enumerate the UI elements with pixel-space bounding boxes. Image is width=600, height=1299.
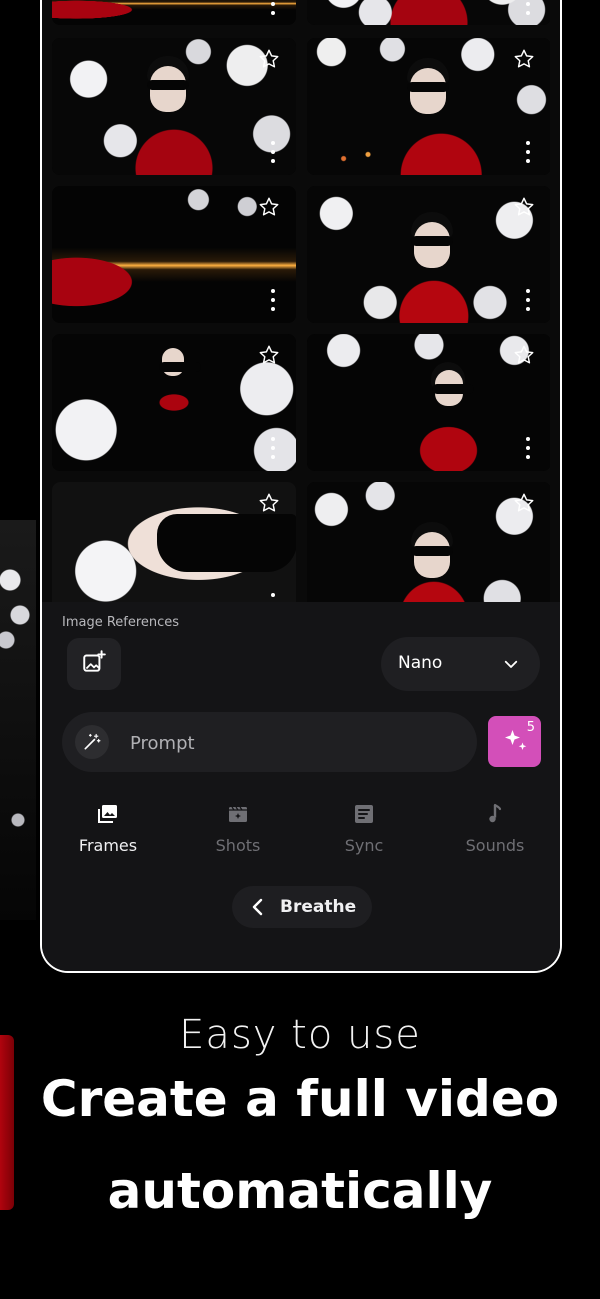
tab-sync-label: Sync <box>344 836 384 855</box>
tab-frames[interactable]: Frames <box>53 802 163 855</box>
favorite-star-icon[interactable] <box>258 492 280 514</box>
frame-thumbnail[interactable] <box>52 186 296 323</box>
more-options-icon[interactable] <box>270 0 276 15</box>
bottom-nav: Frames Shots Sync Sounds <box>42 802 560 872</box>
phone-frame: Image References Nano Prompt 5 Frames Sh… <box>40 0 562 973</box>
back-button-label: Breathe <box>280 897 357 917</box>
frame-thumbnail[interactable] <box>307 186 550 323</box>
more-options-icon[interactable] <box>525 141 531 163</box>
tab-sync[interactable]: Sync <box>309 802 419 855</box>
tab-sounds[interactable]: Sounds <box>440 802 550 855</box>
image-gallery-icon <box>96 802 120 826</box>
favorite-star-icon[interactable] <box>513 196 535 218</box>
clapperboard-sparkle-icon <box>226 802 250 826</box>
prompt-input[interactable] <box>128 728 452 758</box>
credits-count: 5 <box>526 720 535 735</box>
generate-button[interactable]: 5 <box>488 716 541 767</box>
frame-thumbnail[interactable] <box>52 334 296 471</box>
frame-image <box>307 0 550 25</box>
music-note-icon <box>483 802 507 826</box>
more-options-icon[interactable] <box>270 289 276 311</box>
more-options-icon[interactable] <box>270 141 276 163</box>
frame-thumbnail[interactable] <box>307 482 550 602</box>
magic-wand-icon[interactable] <box>75 725 109 759</box>
favorite-star-icon[interactable] <box>258 48 280 70</box>
caption-headline-line1: Create a full video <box>40 1070 560 1128</box>
add-image-reference-button[interactable] <box>67 638 121 690</box>
add-image-icon <box>81 649 107 679</box>
caption-subtitle: Easy to use <box>179 1012 421 1058</box>
frame-thumbnail[interactable] <box>307 334 550 471</box>
chevron-left-icon <box>250 898 266 916</box>
frame-thumbnail[interactable] <box>307 38 550 175</box>
favorite-star-icon[interactable] <box>513 48 535 70</box>
frames-grid <box>52 0 550 602</box>
generation-panel: Image References Nano Prompt 5 Frames Sh… <box>42 602 560 971</box>
model-select-value: Nano <box>398 653 443 673</box>
frame-thumbnail[interactable] <box>52 38 296 175</box>
more-options-icon[interactable] <box>270 593 276 602</box>
favorite-star-icon[interactable] <box>258 344 280 366</box>
favorite-star-icon[interactable] <box>513 344 535 366</box>
caption-headline-line2: automatically <box>107 1162 493 1220</box>
tab-sounds-label: Sounds <box>465 836 525 855</box>
favorite-star-icon[interactable] <box>513 492 535 514</box>
prompt-field[interactable] <box>62 712 477 772</box>
tab-frames-label: Frames <box>78 836 138 855</box>
more-options-icon[interactable] <box>525 0 531 15</box>
favorite-star-icon[interactable] <box>258 196 280 218</box>
frame-thumbnail[interactable] <box>307 0 550 25</box>
more-options-icon[interactable] <box>525 437 531 459</box>
tab-shots-label: Shots <box>215 836 261 855</box>
frame-image <box>52 0 296 25</box>
image-references-label: Image References <box>62 615 180 630</box>
more-options-icon[interactable] <box>270 437 276 459</box>
frame-thumbnail[interactable] <box>52 0 296 25</box>
chevron-down-icon <box>502 655 520 673</box>
frame-thumbnail[interactable] <box>52 482 296 602</box>
back-button[interactable]: Breathe <box>232 886 372 928</box>
tab-shots[interactable]: Shots <box>183 802 293 855</box>
script-icon <box>352 802 376 826</box>
sparkle-icon <box>500 725 530 759</box>
model-select[interactable]: Nano <box>381 637 540 691</box>
more-options-icon[interactable] <box>525 289 531 311</box>
background-photo-edge <box>0 520 36 920</box>
